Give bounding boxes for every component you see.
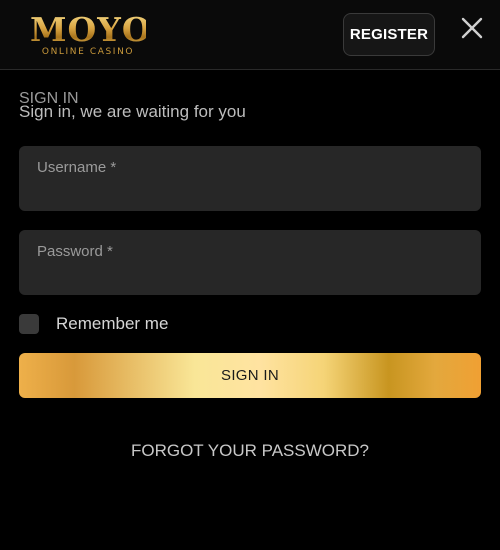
logo-wordmark: MOYO: [30, 10, 152, 49]
logo-tagline: ONLINE CASINO: [41, 47, 135, 57]
close-icon[interactable]: [458, 14, 486, 42]
username-label: Username *: [37, 159, 117, 176]
password-field[interactable]: Password *: [19, 230, 481, 295]
sign-in-button[interactable]: SIGN IN: [19, 353, 481, 398]
password-label: Password *: [37, 243, 113, 260]
password-input[interactable]: [37, 264, 457, 286]
register-button[interactable]: REGISTER: [343, 13, 435, 56]
sign-in-modal: MOYO ONLINE CASINO REGISTER SIGN IN Sign…: [0, 0, 500, 550]
modal-header: MOYO ONLINE CASINO REGISTER: [0, 0, 500, 70]
remember-me-checkbox[interactable]: [19, 314, 39, 334]
page-subtitle: Sign in, we are waiting for you: [19, 102, 246, 121]
moyo-casino-logo[interactable]: MOYO ONLINE CASINO: [30, 10, 152, 60]
forgot-password-link[interactable]: FORGOT YOUR PASSWORD?: [0, 441, 500, 461]
username-field[interactable]: Username *: [19, 146, 481, 211]
remember-me-label[interactable]: Remember me: [56, 314, 168, 334]
username-input[interactable]: [37, 180, 457, 202]
